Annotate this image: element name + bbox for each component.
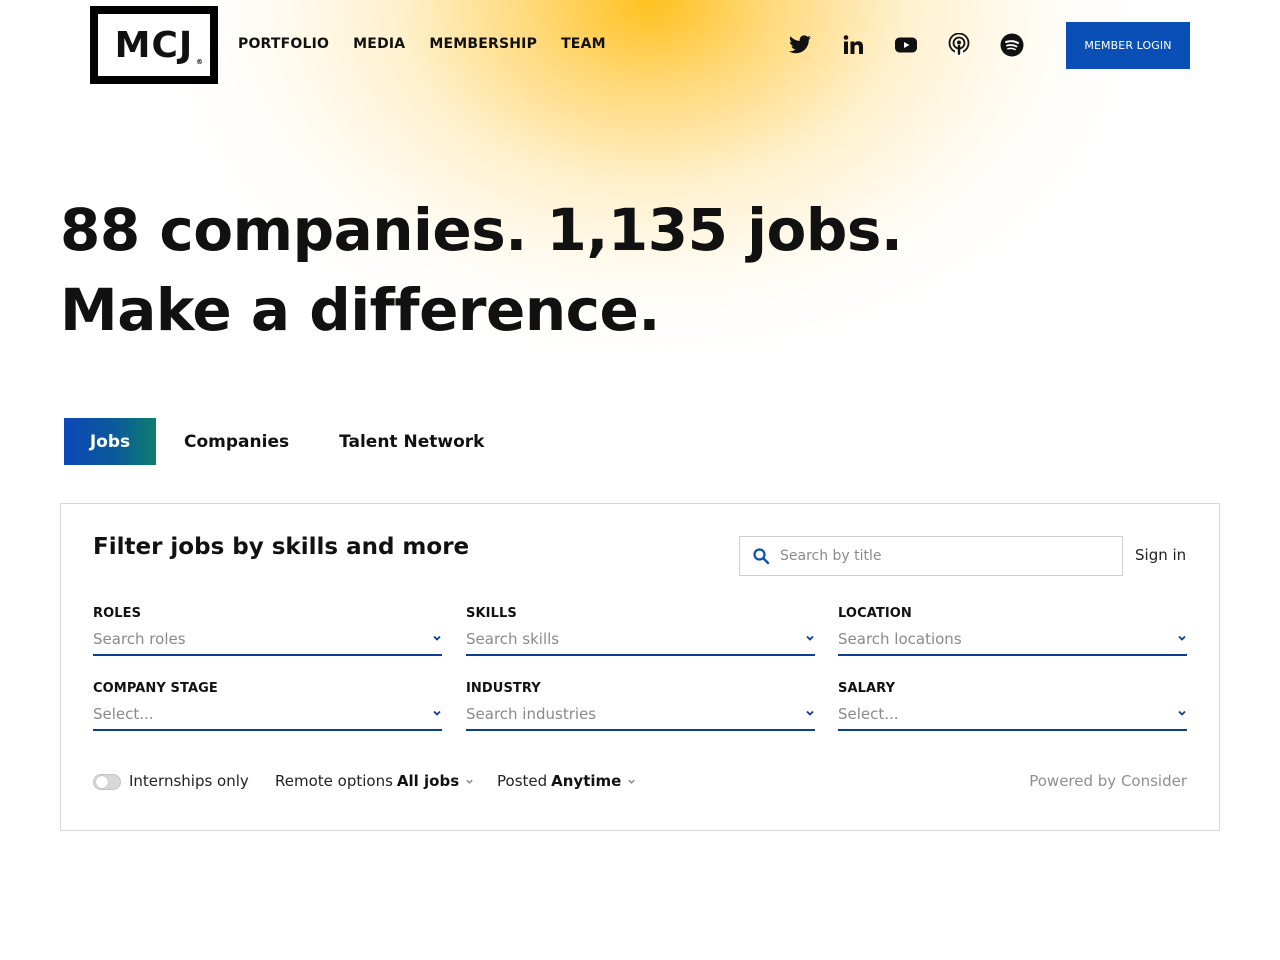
tab-jobs[interactable]: Jobs: [64, 418, 156, 465]
skills-label: SKILLS: [466, 606, 517, 621]
chevron-down-icon: [433, 635, 441, 641]
skills-dropdown[interactable]: SKILLS Search skills: [466, 606, 815, 656]
salary-dropdown[interactable]: SALARY Select...: [838, 681, 1187, 731]
remote-options-dropdown[interactable]: Remote options All jobs: [275, 772, 474, 790]
remote-options-value: All jobs: [396, 772, 460, 790]
mcj-logo[interactable]: MCJ ®: [90, 6, 218, 84]
chevron-down-icon: [1178, 710, 1186, 716]
site-header: MCJ ® PORTFOLIO MEDIA MEMBERSHIP TEAM ME…: [0, 0, 1280, 90]
chevron-down-icon: [806, 710, 814, 716]
chevron-down-icon: [1178, 635, 1186, 641]
chevron-down-icon: [806, 635, 814, 641]
nav-team[interactable]: TEAM: [561, 36, 606, 52]
location-placeholder: Search locations: [838, 630, 962, 648]
logo-text: MCJ: [114, 24, 194, 66]
company-stage-label: COMPANY STAGE: [93, 681, 218, 696]
filter-title: Filter jobs by skills and more: [93, 534, 470, 560]
social-links: [788, 33, 1024, 57]
tab-talent-network[interactable]: Talent Network: [315, 418, 508, 465]
roles-label: ROLES: [93, 606, 142, 621]
title-search-box: [739, 536, 1123, 576]
section-tabs: Jobs Companies Talent Network: [64, 418, 508, 465]
industry-dropdown[interactable]: INDUSTRY Search industries: [466, 681, 815, 731]
posted-date-dropdown[interactable]: Posted Anytime: [497, 772, 636, 790]
posted-value: Anytime: [551, 772, 622, 790]
sign-in-link[interactable]: Sign in: [1135, 546, 1186, 564]
salary-placeholder: Select...: [838, 705, 899, 723]
company-stage-dropdown[interactable]: COMPANY STAGE Select...: [93, 681, 442, 731]
industry-placeholder: Search industries: [466, 705, 597, 723]
title-search-input[interactable]: [778, 547, 1112, 565]
roles-dropdown[interactable]: ROLES Search roles: [93, 606, 442, 656]
tab-companies[interactable]: Companies: [156, 418, 315, 465]
industry-label: INDUSTRY: [466, 681, 541, 696]
salary-label: SALARY: [838, 681, 896, 696]
job-filter-panel: Filter jobs by skills and more Sign in R…: [60, 503, 1220, 831]
chevron-down-icon: [628, 779, 636, 784]
registered-mark: ®: [196, 58, 204, 66]
location-dropdown[interactable]: LOCATION Search locations: [838, 606, 1187, 656]
member-login-button[interactable]: MEMBER LOGIN: [1066, 22, 1190, 69]
extra-filters-row: Internships only Remote options All jobs…: [93, 770, 1187, 794]
nav-media[interactable]: MEDIA: [353, 36, 405, 52]
skills-placeholder: Search skills: [466, 630, 560, 648]
hero-line-2: Make a difference.: [60, 276, 660, 344]
nav-portfolio[interactable]: PORTFOLIO: [238, 36, 329, 52]
powered-by-link[interactable]: Powered by Consider: [1029, 772, 1187, 790]
podcast-icon[interactable]: [947, 33, 971, 57]
youtube-icon[interactable]: [894, 33, 918, 57]
chevron-down-icon: [433, 710, 441, 716]
chevron-down-icon: [466, 779, 473, 784]
search-icon: [753, 548, 770, 565]
internships-label: Internships only: [129, 772, 249, 790]
linkedin-icon[interactable]: [841, 33, 865, 57]
posted-label: Posted: [497, 772, 548, 790]
roles-placeholder: Search roles: [93, 630, 186, 648]
main-nav: PORTFOLIO MEDIA MEMBERSHIP TEAM: [238, 36, 606, 52]
location-label: LOCATION: [838, 606, 912, 621]
remote-options-label: Remote options: [275, 772, 393, 790]
nav-membership[interactable]: MEMBERSHIP: [429, 36, 537, 52]
internships-toggle[interactable]: [93, 774, 121, 790]
twitter-icon[interactable]: [788, 33, 812, 57]
toggle-knob: [96, 776, 108, 788]
hero-line-1: 88 companies. 1,135 jobs.: [60, 196, 903, 264]
spotify-icon[interactable]: [1000, 33, 1024, 57]
company-stage-placeholder: Select...: [93, 705, 154, 723]
hero-heading: 88 companies. 1,135 jobs. Make a differe…: [60, 190, 903, 350]
